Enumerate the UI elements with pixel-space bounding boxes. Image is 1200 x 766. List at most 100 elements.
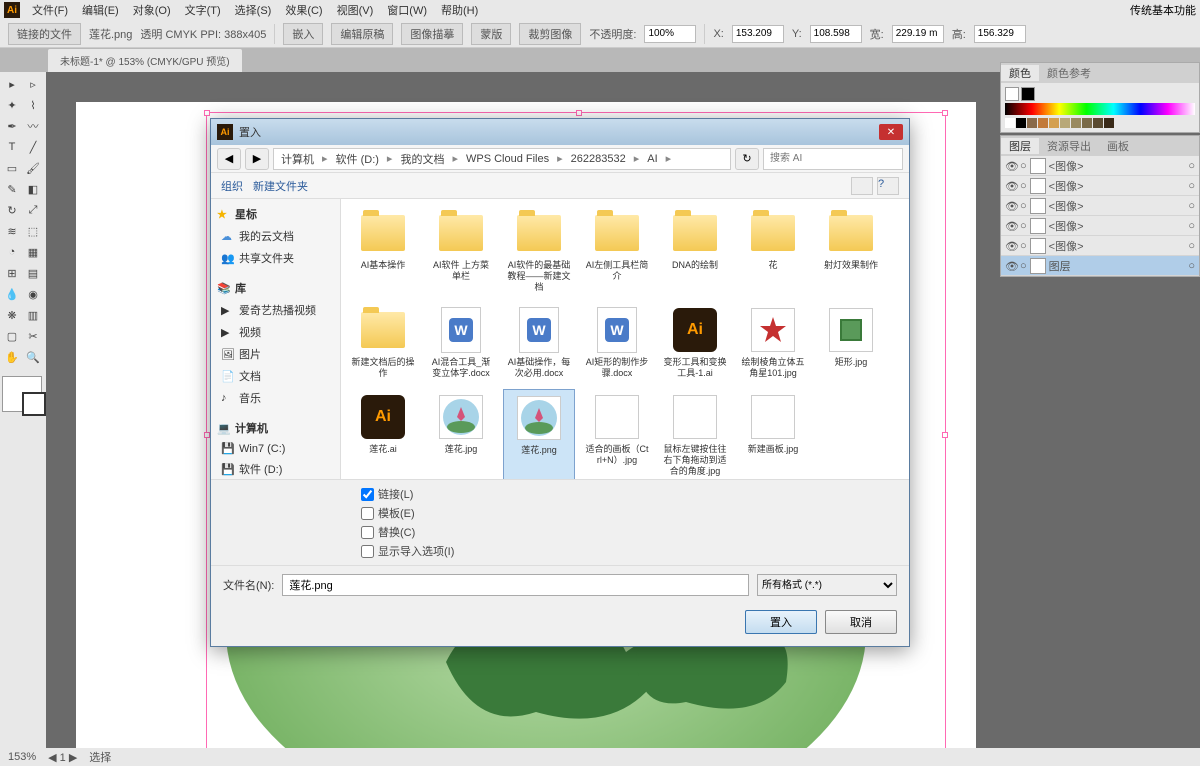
- sidebar-favorites[interactable]: ★星标: [211, 203, 340, 225]
- file-item[interactable]: Ai莲花.ai: [347, 389, 419, 479]
- pen-tool[interactable]: ✒: [2, 116, 22, 136]
- view-mode-button[interactable]: [851, 177, 873, 195]
- curvature-tool[interactable]: 〰: [23, 116, 43, 136]
- menu-file[interactable]: 文件(F): [26, 0, 74, 20]
- replace-checkbox[interactable]: 替换(C): [361, 524, 899, 540]
- artboard-tool[interactable]: ▢: [2, 326, 22, 346]
- graph-tool[interactable]: ▥: [23, 305, 43, 325]
- direct-selection-tool[interactable]: ▹: [23, 74, 43, 94]
- line-tool[interactable]: ╱: [23, 137, 43, 157]
- zoom-tool[interactable]: 🔍: [23, 347, 43, 367]
- file-item[interactable]: AI软件的最基础教程——新建文档: [503, 205, 575, 296]
- link-checkbox[interactable]: 链接(L): [361, 486, 899, 502]
- menu-edit[interactable]: 编辑(E): [76, 0, 125, 20]
- search-input[interactable]: [763, 148, 903, 170]
- file-item[interactable]: 射灯效果制作: [815, 205, 887, 296]
- menu-object[interactable]: 对象(O): [127, 0, 177, 20]
- image-trace-button[interactable]: 图像描摹: [401, 23, 463, 45]
- slice-tool[interactable]: ✂: [23, 326, 43, 346]
- tab-layers[interactable]: 图层: [1001, 138, 1039, 154]
- menu-view[interactable]: 视图(V): [331, 0, 380, 20]
- layer-row[interactable]: 👁○<图像>○: [1001, 176, 1199, 196]
- file-item[interactable]: 花: [737, 205, 809, 296]
- format-select[interactable]: 所有格式 (*.*): [757, 574, 897, 596]
- layer-row[interactable]: 👁○<图像>○: [1001, 156, 1199, 176]
- embed-button[interactable]: 嵌入: [283, 23, 323, 45]
- h-input[interactable]: [974, 25, 1026, 43]
- tab-assets[interactable]: 资源导出: [1039, 138, 1099, 154]
- file-item[interactable]: WAI基础操作，每次必用.docx: [503, 302, 575, 383]
- sidebar-computer-header[interactable]: 💻计算机: [211, 417, 340, 439]
- workspace-switcher[interactable]: 传统基本功能: [1130, 2, 1196, 18]
- file-item[interactable]: 矩形.jpg: [815, 302, 887, 383]
- free-transform-tool[interactable]: ⬚: [23, 221, 43, 241]
- tab-artboards[interactable]: 画板: [1099, 138, 1137, 154]
- lasso-tool[interactable]: ⌇: [23, 95, 43, 115]
- shaper-tool[interactable]: ✎: [2, 179, 22, 199]
- rectangle-tool[interactable]: ▭: [2, 158, 22, 178]
- sidebar-library-header[interactable]: 📚库: [211, 277, 340, 299]
- dialog-titlebar[interactable]: Ai 置入 ✕: [211, 119, 909, 145]
- show-import-checkbox[interactable]: 显示导入选项(I): [361, 543, 899, 559]
- w-input[interactable]: [892, 25, 944, 43]
- file-item[interactable]: 莲花.png: [503, 389, 575, 479]
- type-tool[interactable]: T: [2, 137, 22, 157]
- fill-stroke-swatch[interactable]: [2, 376, 42, 412]
- mask-button[interactable]: 蒙版: [471, 23, 511, 45]
- close-button[interactable]: ✕: [879, 124, 903, 140]
- refresh-button[interactable]: ↻: [735, 148, 759, 170]
- file-item[interactable]: 新建画板.jpg: [737, 389, 809, 479]
- layer-row[interactable]: 👁○<图像>○: [1001, 236, 1199, 256]
- x-input[interactable]: [732, 25, 784, 43]
- sidebar-shared[interactable]: 👥共享文件夹: [211, 247, 340, 269]
- organize-button[interactable]: 组织: [221, 178, 243, 194]
- file-item[interactable]: DNA的绘制: [659, 205, 731, 296]
- file-item[interactable]: 鼠标左键按住往右下角拖动到适合的角度.jpg: [659, 389, 731, 479]
- nav-forward-button[interactable]: ▶: [245, 148, 269, 170]
- breadcrumb[interactable]: 计算机▸ 软件 (D:)▸ 我的文档▸ WPS Cloud Files▸ 262…: [273, 148, 731, 170]
- edit-original-button[interactable]: 编辑原稿: [331, 23, 393, 45]
- tab-color-guide[interactable]: 颜色参考: [1039, 65, 1099, 81]
- template-checkbox[interactable]: 模板(E): [361, 505, 899, 521]
- blend-tool[interactable]: ◉: [23, 284, 43, 304]
- file-item[interactable]: AI基本操作: [347, 205, 419, 296]
- file-item[interactable]: 适合的画板（Ctrl+N）.jpg: [581, 389, 653, 479]
- file-item[interactable]: WAI矩形的制作步骤.docx: [581, 302, 653, 383]
- width-tool[interactable]: ≋: [2, 221, 22, 241]
- shape-builder-tool[interactable]: ◔: [2, 242, 22, 262]
- file-item[interactable]: Ai变形工具和变换工具-1.ai: [659, 302, 731, 383]
- rotate-tool[interactable]: ↻: [2, 200, 22, 220]
- sidebar-lib-documents[interactable]: 📄文档: [211, 365, 340, 387]
- mesh-tool[interactable]: ⊞: [2, 263, 22, 283]
- menu-select[interactable]: 选择(S): [229, 0, 278, 20]
- new-folder-button[interactable]: 新建文件夹: [253, 178, 308, 194]
- file-item[interactable]: 新建文档后的操作: [347, 302, 419, 383]
- y-input[interactable]: [810, 25, 862, 43]
- file-item[interactable]: AI软件 上方菜单栏: [425, 205, 497, 296]
- zoom-level[interactable]: 153%: [8, 751, 36, 763]
- nav-back-button[interactable]: ◀: [217, 148, 241, 170]
- document-tab[interactable]: 未标题-1* @ 153% (CMYK/GPU 预览): [48, 49, 242, 72]
- file-item[interactable]: 绘制棱角立体五角星101.jpg: [737, 302, 809, 383]
- selection-tool[interactable]: ▸: [2, 74, 22, 94]
- symbol-sprayer-tool[interactable]: ❋: [2, 305, 22, 325]
- filename-input[interactable]: [282, 574, 749, 596]
- crop-button[interactable]: 裁剪图像: [519, 23, 581, 45]
- menu-help[interactable]: 帮助(H): [435, 0, 484, 20]
- scale-tool[interactable]: ⤢: [23, 200, 43, 220]
- gradient-tool[interactable]: ▤: [23, 263, 43, 283]
- paintbrush-tool[interactable]: 🖌: [23, 158, 43, 178]
- magic-wand-tool[interactable]: ✦: [2, 95, 22, 115]
- help-button[interactable]: ?: [877, 177, 899, 195]
- perspective-tool[interactable]: ▦: [23, 242, 43, 262]
- sidebar-cloud-docs[interactable]: ☁我的云文档: [211, 225, 340, 247]
- file-item[interactable]: AI左侧工具栏简介: [581, 205, 653, 296]
- cancel-button[interactable]: 取消: [825, 610, 897, 634]
- swatch-row[interactable]: [1005, 118, 1195, 128]
- menu-type[interactable]: 文字(T): [179, 0, 227, 20]
- eraser-tool[interactable]: ◧: [23, 179, 43, 199]
- file-list[interactable]: AI基本操作AI软件 上方菜单栏AI软件的最基础教程——新建文档AI左侧工具栏简…: [341, 199, 909, 479]
- sidebar-lib-pictures[interactable]: 🖼图片: [211, 343, 340, 365]
- menu-effect[interactable]: 效果(C): [279, 0, 328, 20]
- color-spectrum[interactable]: [1005, 103, 1195, 115]
